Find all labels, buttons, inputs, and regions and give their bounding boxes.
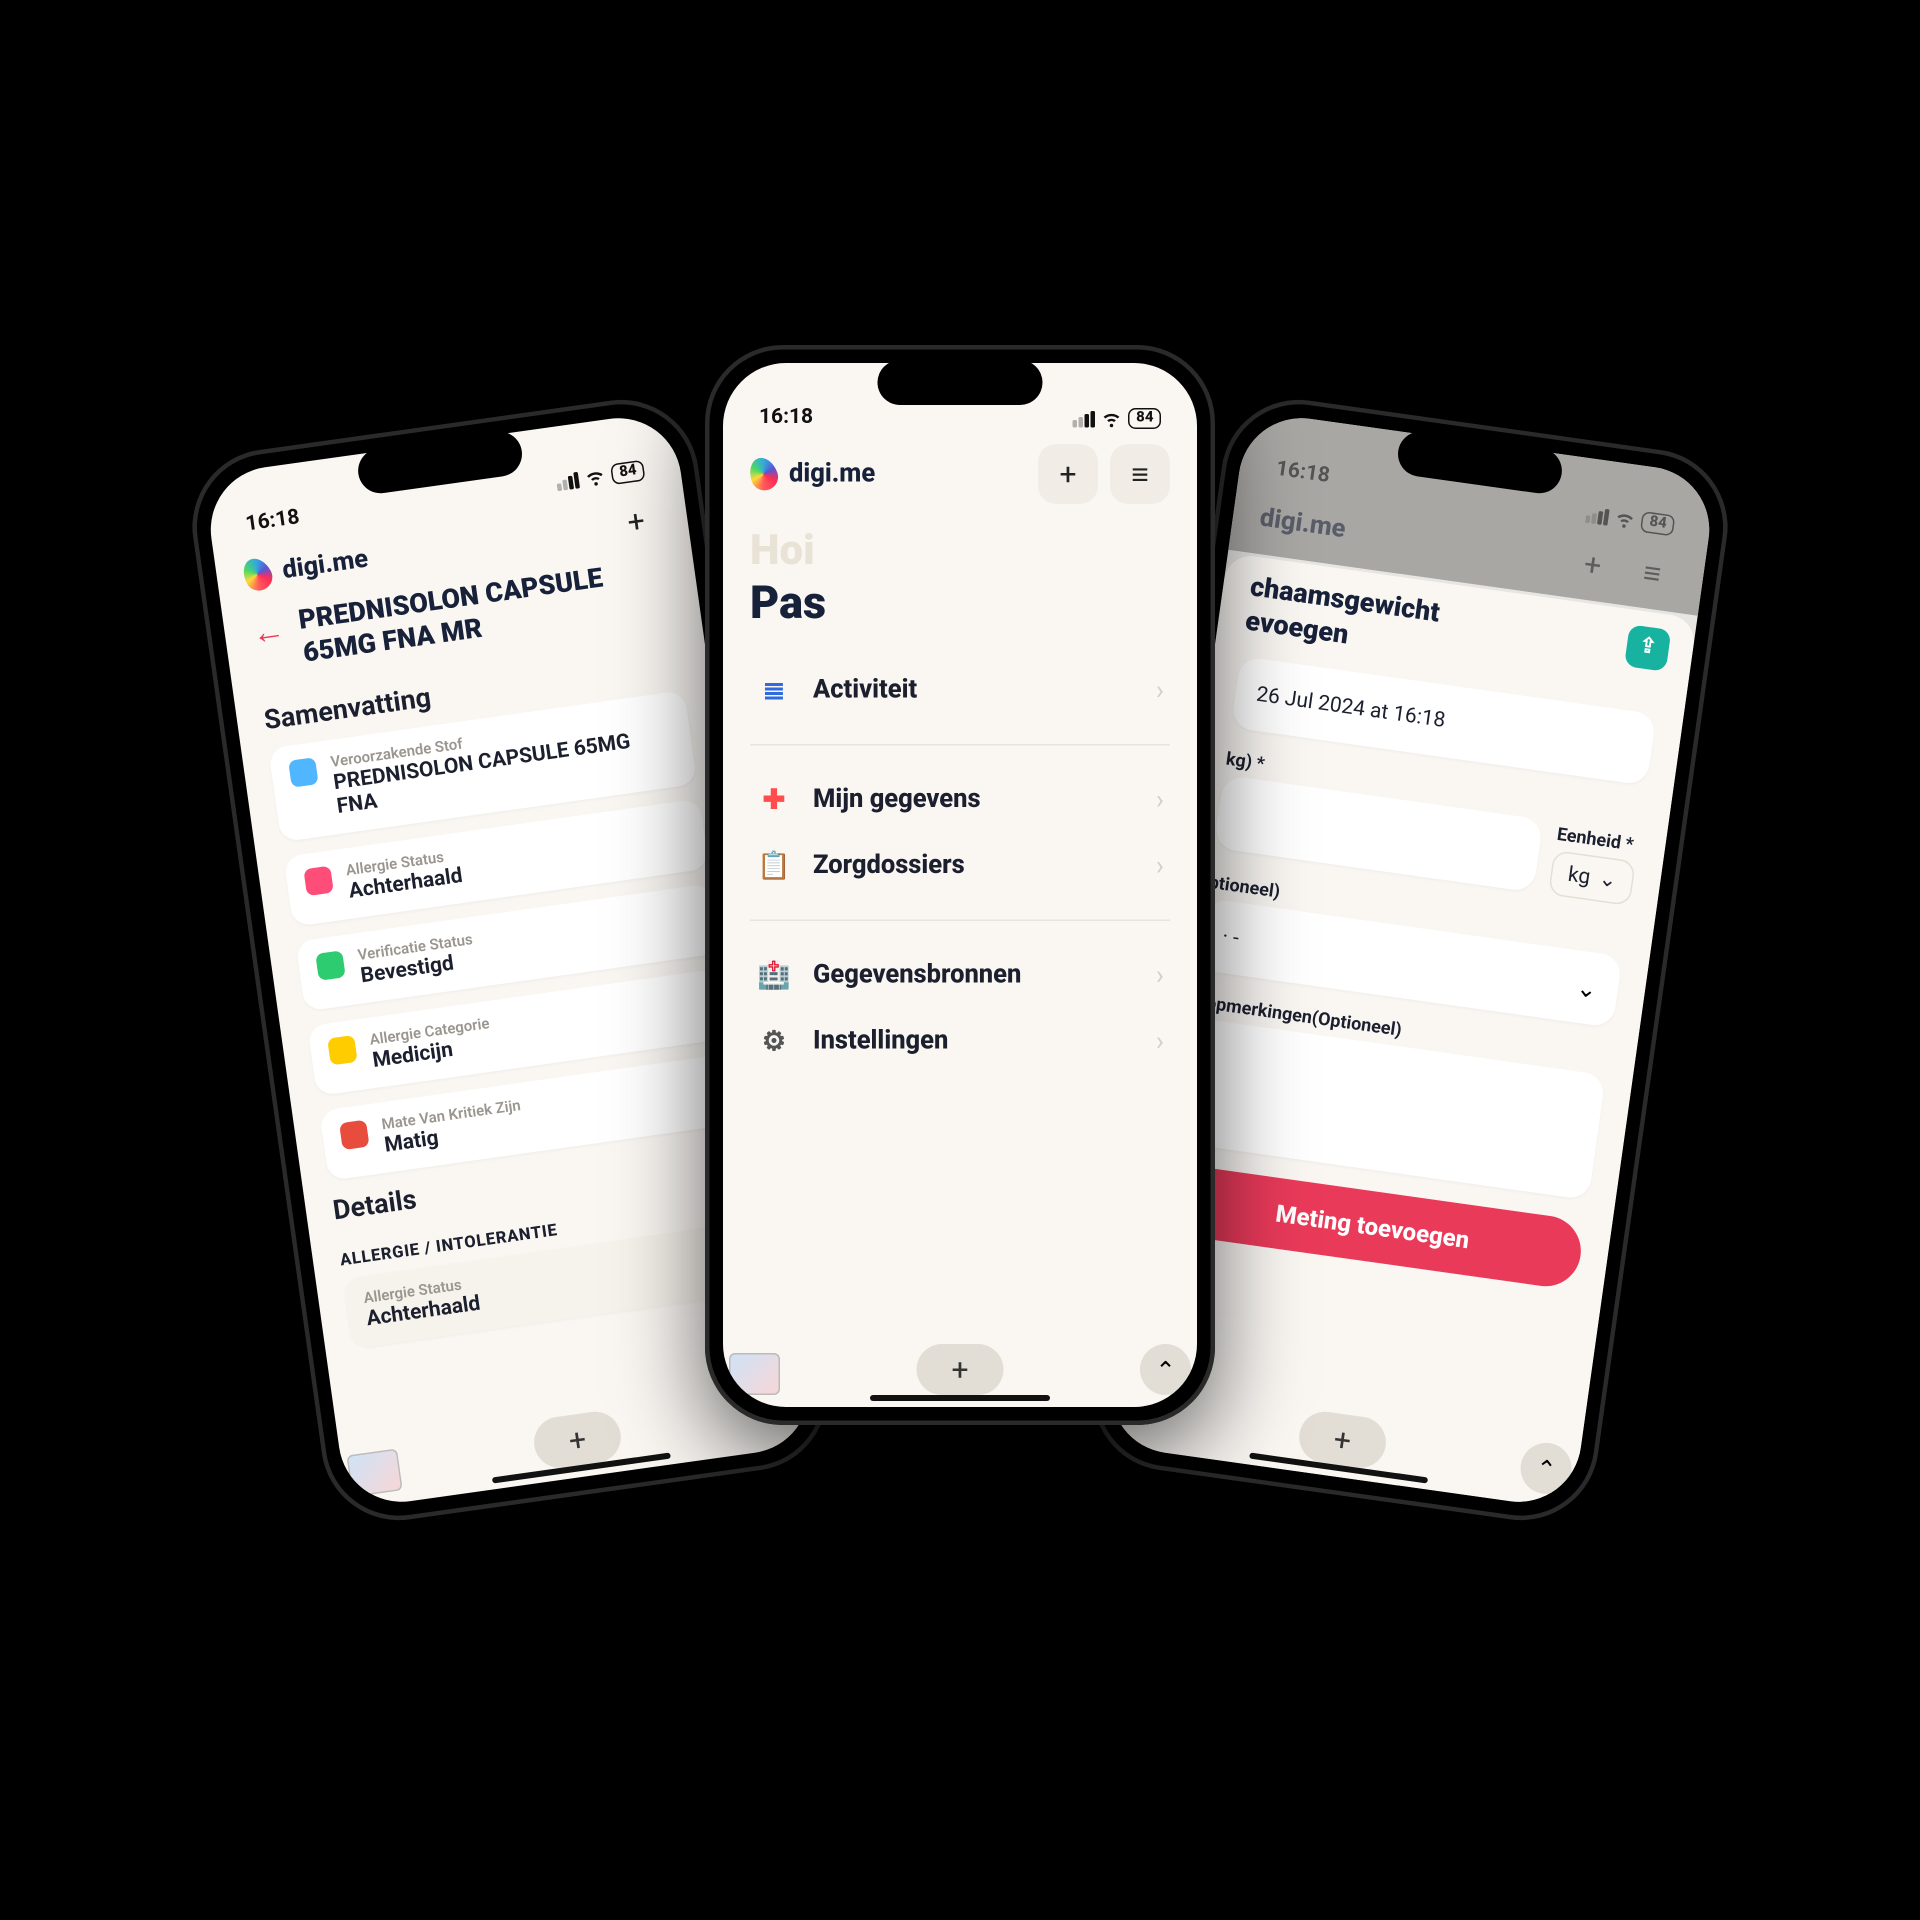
chevron-right-icon: ›	[1156, 850, 1164, 882]
notch	[878, 360, 1043, 405]
dock-add-button[interactable]: +	[917, 1344, 1004, 1395]
add-button[interactable]: +	[1566, 537, 1620, 591]
app-brand: digi.me	[1258, 503, 1347, 545]
battery-indicator: 84	[1641, 511, 1676, 536]
chevron-right-icon: ›	[1156, 784, 1164, 816]
battery-indicator: 84	[611, 460, 646, 485]
menu-item-label: Mijn gegevens	[813, 785, 981, 815]
app-brand-label: digi.me	[281, 544, 370, 586]
pill-icon	[288, 757, 318, 787]
status-icon	[303, 866, 333, 896]
menu-item-label: Gegevensbronnen	[813, 960, 1021, 990]
status-time: 16:18	[244, 505, 301, 536]
add-button[interactable]: +	[609, 494, 663, 548]
app-brand: digi.me	[750, 458, 875, 491]
app-brand-label: digi.me	[789, 459, 875, 489]
status-time: 16:18	[759, 405, 813, 429]
remarks-input[interactable]	[1197, 1041, 1582, 1171]
app-brand-label: digi.me	[1258, 503, 1347, 545]
scroll-up-button[interactable]: ⌃	[1517, 1440, 1575, 1498]
greeting: Hoi	[750, 525, 1170, 575]
cellular-icon	[1586, 506, 1611, 525]
menu-item-data-sources[interactable]: 🏥 Gegevensbronnen ›	[756, 942, 1164, 1008]
menu-item-my-data[interactable]: ✚ Mijn gegevens ›	[756, 767, 1164, 833]
app-brand: digi.me	[242, 543, 371, 593]
menu-item-care-records[interactable]: 📋 Zorgdossiers ›	[756, 833, 1164, 899]
bottom-bar: +	[723, 1344, 1197, 1395]
menu-button[interactable]: ≡	[1110, 444, 1170, 504]
chevron-right-icon: ›	[1156, 674, 1164, 706]
chevron-down-icon: ⌄	[1575, 973, 1599, 1004]
gear-icon: ⚙	[756, 1023, 792, 1059]
menu-item-label: Activiteit	[813, 675, 917, 705]
battery-indicator: 84	[1129, 408, 1161, 429]
menu-item-label: Instellingen	[813, 1026, 948, 1056]
user-name: Pas	[750, 578, 1170, 631]
back-button[interactable]: ←	[249, 610, 287, 653]
alert-icon	[339, 1120, 369, 1150]
chevron-right-icon: ›	[1156, 959, 1164, 991]
wifi-icon	[1614, 507, 1638, 531]
wifi-icon	[584, 465, 608, 489]
unit-value: kg	[1566, 863, 1591, 890]
menu-item-settings[interactable]: ⚙ Instellingen ›	[756, 1008, 1164, 1074]
wifi-icon	[1102, 408, 1123, 429]
clipboard-icon: 📋	[756, 848, 792, 884]
app-logo-icon	[745, 454, 782, 494]
hospital-icon: 🏥	[756, 957, 792, 993]
add-button[interactable]: +	[1038, 444, 1098, 504]
chevron-down-icon: ⌄	[1597, 867, 1618, 893]
menu-item-label: Zorgdossiers	[813, 851, 965, 881]
app-bar: digi.me + ≡	[723, 432, 1197, 516]
unit-label: Eenheid *	[1556, 823, 1640, 855]
chevron-right-icon: ›	[1156, 1025, 1164, 1057]
status-time: 16:18	[1274, 457, 1331, 488]
activity-icon: ≣	[756, 672, 792, 708]
medical-icon: ✚	[756, 782, 792, 818]
warning-icon	[327, 1035, 357, 1065]
share-button[interactable]: ⇪	[1624, 624, 1671, 671]
weight-input[interactable]	[1237, 800, 1520, 869]
cellular-icon	[556, 471, 581, 490]
menu-button[interactable]: ≡	[1625, 546, 1679, 600]
home-indicator[interactable]	[870, 1395, 1050, 1401]
phone-home-menu: 16:18 84 digi.me + ≡ Hoi Pas	[705, 345, 1215, 1425]
menu-item-activity[interactable]: ≣ Activiteit ›	[756, 657, 1164, 723]
cellular-icon	[1073, 410, 1096, 427]
check-icon	[315, 951, 345, 981]
status-indicators: 84	[1073, 408, 1161, 429]
app-logo-icon	[238, 553, 277, 595]
unit-select[interactable]: kg ⌄	[1549, 850, 1636, 906]
